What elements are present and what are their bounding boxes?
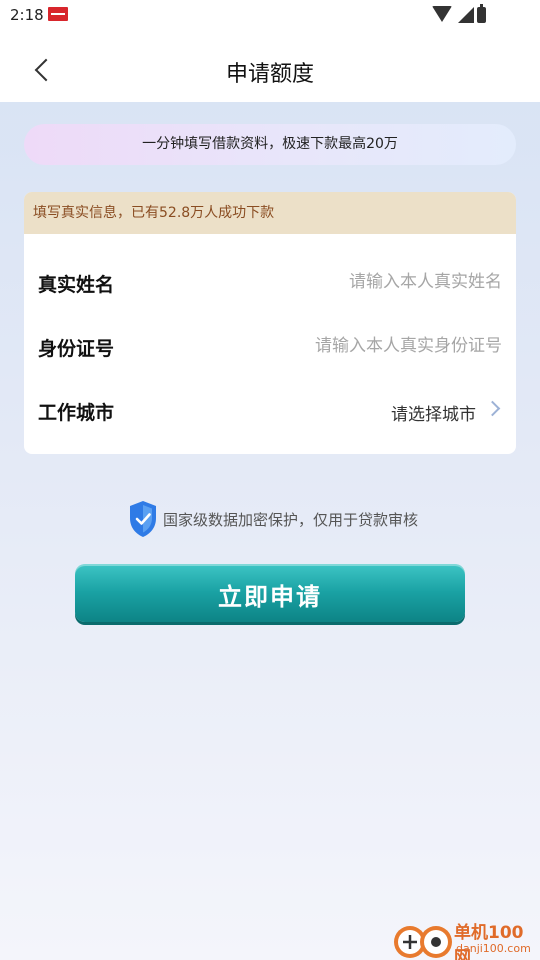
name-row: 真实姓名 bbox=[24, 250, 516, 314]
id-number-input[interactable] bbox=[202, 328, 502, 364]
shield-icon bbox=[130, 501, 156, 537]
status-bar: 2:18 bbox=[0, 0, 540, 30]
chevron-right-icon bbox=[484, 400, 501, 417]
application-form: 填写真实信息，已有52.8万人成功下款 真实姓名 身份证号 工作城市 请选择城市 bbox=[24, 192, 516, 454]
security-text: 国家级数据加密保护，仅用于贷款审核 bbox=[163, 511, 419, 529]
watermark-logo: 单机100网 danji100.com bbox=[392, 918, 540, 960]
top-bar: 2:18 申请额度 bbox=[0, 0, 540, 102]
notification-icon bbox=[48, 7, 68, 21]
notice-banner: 填写真实信息，已有52.8万人成功下款 bbox=[24, 192, 516, 234]
watermark-url: danji100.com bbox=[456, 942, 531, 955]
name-input[interactable] bbox=[202, 264, 502, 300]
city-label: 工作城市 bbox=[38, 402, 115, 424]
id-number-row: 身份证号 bbox=[24, 314, 516, 378]
apply-button[interactable]: 立即申请 bbox=[75, 564, 465, 622]
city-placeholder: 请选择城市 bbox=[391, 405, 476, 425]
battery-icon bbox=[477, 4, 486, 23]
security-note: 国家级数据加密保护，仅用于贷款审核 bbox=[0, 500, 540, 540]
signal-icon bbox=[458, 7, 474, 23]
nav-bar: 申请额度 bbox=[0, 40, 540, 102]
city-row: 工作城市 请选择城市 bbox=[24, 378, 516, 442]
page-title: 申请额度 bbox=[225, 62, 314, 87]
id-number-label: 身份证号 bbox=[38, 338, 115, 360]
status-time: 2:18 bbox=[10, 6, 44, 24]
status-icons bbox=[430, 4, 510, 25]
watermark-icon bbox=[394, 926, 452, 958]
apply-button-label: 立即申请 bbox=[218, 583, 322, 611]
promo-banner: 一分钟填写借款资料，极速下款最高20万 bbox=[24, 124, 516, 165]
name-label: 真实姓名 bbox=[38, 274, 115, 296]
wifi-icon bbox=[432, 6, 452, 22]
city-select[interactable]: 请选择城市 bbox=[304, 392, 504, 428]
